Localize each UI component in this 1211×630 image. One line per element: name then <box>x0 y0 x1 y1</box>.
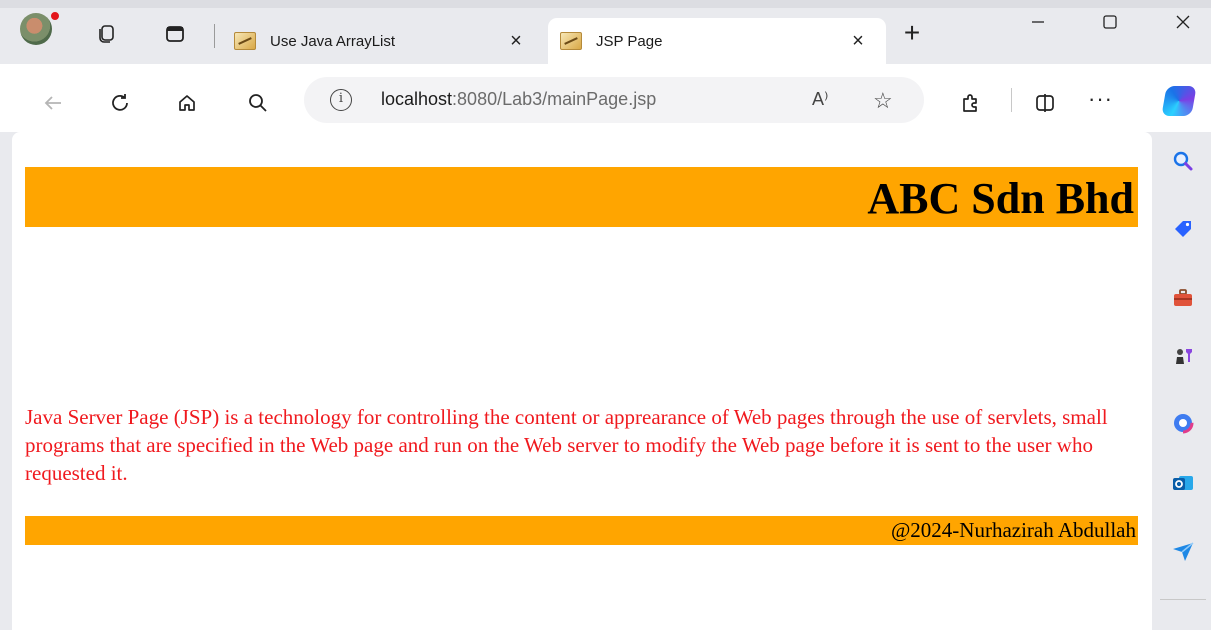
sidebar-search-icon[interactable] <box>1170 148 1196 174</box>
minimize-button[interactable] <box>1015 7 1061 37</box>
favorite-star-icon[interactable]: ☆ <box>873 88 893 114</box>
home-icon[interactable] <box>174 90 200 116</box>
outlook-icon[interactable] <box>1170 470 1196 496</box>
tab-separator <box>214 24 215 48</box>
tools-icon[interactable] <box>1170 285 1196 311</box>
sidebar-separator <box>1160 599 1206 600</box>
split-screen-icon[interactable] <box>1032 90 1058 116</box>
office-icon[interactable] <box>1170 410 1196 436</box>
extensions-icon[interactable] <box>957 90 983 116</box>
tab-actions-icon[interactable] <box>164 23 186 45</box>
collections-icon[interactable] <box>95 23 117 45</box>
new-tab-button[interactable]: + <box>900 19 924 47</box>
description-paragraph: Java Server Page (JSP) is a technology f… <box>25 405 1108 485</box>
close-tab-icon[interactable]: × <box>504 29 528 53</box>
page-header-banner: ABC Sdn Bhd <box>25 167 1138 227</box>
url-host: localhost <box>381 89 453 109</box>
page-footer-banner: @2024-Nurhazirah Abdullah <box>25 516 1138 545</box>
url-path: :8080/Lab3/mainPage.jsp <box>452 89 657 109</box>
info-icon[interactable]: i <box>330 89 352 111</box>
shopping-tag-icon[interactable] <box>1170 216 1196 242</box>
games-icon[interactable] <box>1170 343 1196 369</box>
back-icon[interactable] <box>40 90 66 116</box>
tab-title: Use Java ArrayList <box>270 32 396 50</box>
close-window-button[interactable] <box>1160 7 1206 37</box>
page-title: ABC Sdn Bhd <box>867 174 1134 223</box>
profile-avatar[interactable] <box>20 13 52 45</box>
send-icon[interactable] <box>1170 538 1196 564</box>
read-aloud-icon[interactable]: A⁾ <box>812 89 828 110</box>
tab-title: JSP Page <box>596 32 663 50</box>
tab-use-java-arraylist[interactable]: Use Java ArrayList × <box>222 18 544 64</box>
footer-copyright: @2024-Nurhazirah Abdullah <box>890 518 1136 542</box>
more-icon[interactable]: ··· <box>1088 86 1113 112</box>
toolbar-separator <box>1011 88 1012 112</box>
refresh-icon[interactable] <box>107 90 133 116</box>
notification-dot <box>49 10 61 22</box>
search-icon[interactable] <box>245 90 271 116</box>
address-url[interactable]: localhost:8080/Lab3/mainPage.jsp <box>381 89 656 110</box>
tab-jsp-page[interactable]: JSP Page × <box>548 18 886 64</box>
tomcat-favicon-icon <box>234 32 256 50</box>
tomcat-favicon-icon <box>560 32 582 50</box>
close-tab-icon[interactable]: × <box>846 29 870 53</box>
copilot-icon[interactable] <box>1161 86 1197 116</box>
maximize-button[interactable] <box>1087 7 1133 37</box>
